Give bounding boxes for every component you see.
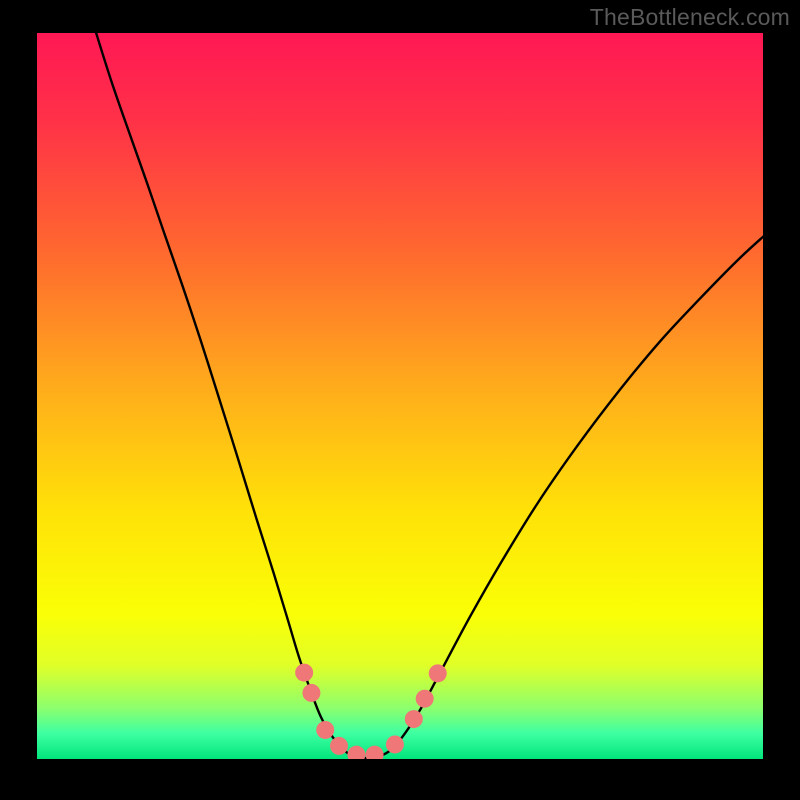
marker-dot [429,664,447,682]
marker-dot [347,746,365,759]
marker-dot [386,735,404,753]
marker-dot [316,721,334,739]
chart-frame: TheBottleneck.com [0,0,800,800]
plot-markers [37,33,763,759]
marker-dot [330,737,348,755]
watermark-label: TheBottleneck.com [590,4,790,31]
plot-area [37,33,763,759]
marker-dot [295,664,313,682]
marker-dot [416,690,434,708]
marker-dot [366,746,384,759]
marker-dot [302,684,320,702]
marker-dot [405,710,423,728]
